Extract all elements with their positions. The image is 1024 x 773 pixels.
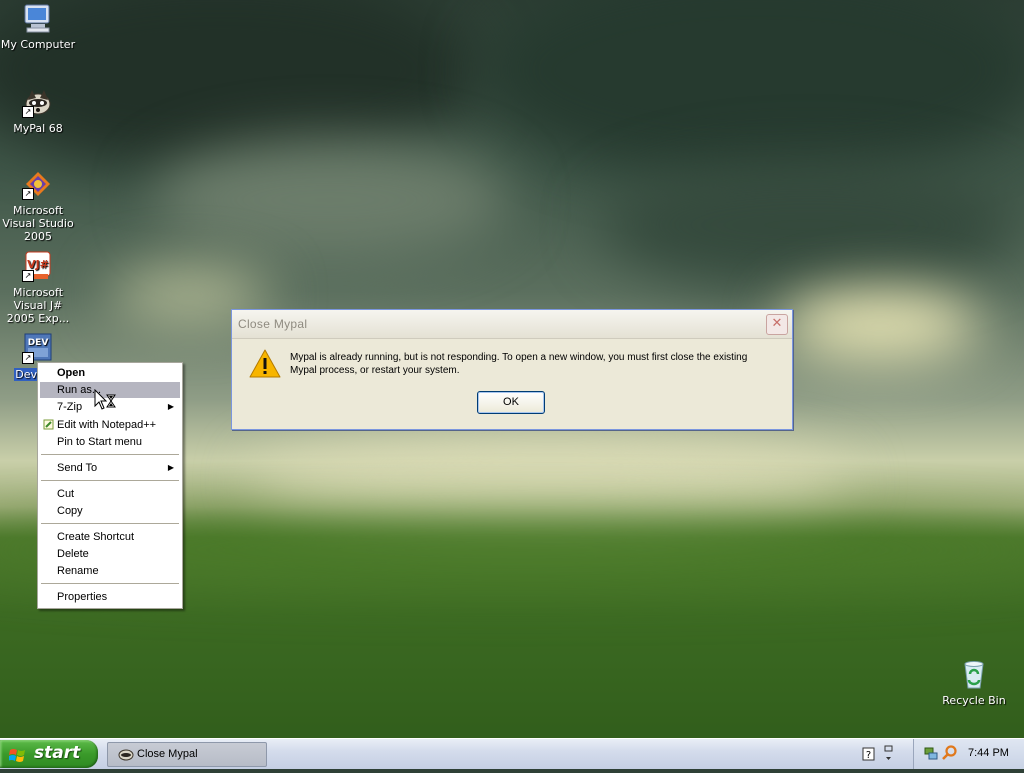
busy-cursor-icon: [94, 388, 116, 413]
menu-item-open[interactable]: Open: [40, 365, 180, 381]
network-icon[interactable]: [924, 746, 938, 760]
menu-separator: [41, 480, 179, 481]
menu-item-edit-notepad-plus-plus[interactable]: Edit with Notepad++: [40, 417, 180, 433]
warning-icon: [249, 349, 281, 379]
desktop-icon-label: Microsoft Visual Studio 2005: [2, 204, 74, 243]
svg-text:?: ?: [866, 750, 871, 761]
menu-item-label: Send To: [57, 462, 98, 474]
language-bar[interactable]: ?: [860, 743, 896, 765]
close-mypal-dialog: Close Mypal ✕ Mypal is already running, …: [231, 309, 793, 430]
recycle-bin-icon: [958, 658, 990, 690]
desktop-icon-visual-jsharp[interactable]: VJ# ↗ Microsoft Visual J# 2005 Exp...: [0, 250, 76, 325]
menu-item-rename[interactable]: Rename: [40, 563, 180, 579]
dialog-title: Close Mypal: [238, 317, 308, 331]
desktop-icon-label: Microsoft Visual J# 2005 Exp...: [6, 286, 70, 325]
menu-item-copy[interactable]: Copy: [40, 503, 180, 519]
menu-item-label: Open: [57, 367, 86, 379]
menu-item-send-to[interactable]: Send To ▶: [40, 460, 180, 476]
menu-item-label: Copy: [57, 505, 83, 517]
shortcut-arrow-icon: ↗: [22, 270, 34, 282]
menu-item-label: Delete: [57, 548, 89, 560]
dev-cpp-icon: DEV ↗: [22, 332, 54, 364]
start-label: start: [34, 743, 81, 763]
menu-item-label: Properties: [57, 591, 108, 603]
start-button[interactable]: start: [0, 740, 98, 768]
desktop-icon-label: Recycle Bin: [942, 694, 1006, 707]
search-icon[interactable]: [942, 745, 958, 761]
desktop-icon-label: MyPal 68: [13, 122, 63, 135]
submenu-arrow-icon: ▶: [167, 463, 174, 472]
dialog-titlebar[interactable]: Close Mypal ✕: [232, 310, 792, 339]
taskbar-button-label: Close Mypal: [137, 748, 198, 760]
menu-item-label: Cut: [57, 488, 75, 500]
visual-jsharp-icon: VJ# ↗: [22, 250, 54, 282]
menu-item-label: Rename: [57, 565, 99, 577]
menu-item-label: 7-Zip: [57, 401, 83, 413]
my-computer-icon: [22, 2, 54, 34]
desktop-icon-mypal[interactable]: ↗ MyPal 68: [0, 86, 76, 135]
dialog-message: Mypal is already running, but is not res…: [290, 352, 748, 376]
taskbar: start Close Mypal ? 7:44 PM: [0, 738, 1024, 769]
visual-studio-icon: ↗: [22, 168, 54, 200]
menu-item-delete[interactable]: Delete: [40, 546, 180, 562]
desktop-icon-label: My Computer: [0, 38, 76, 51]
menu-item-pin-start[interactable]: Pin to Start menu: [40, 434, 180, 450]
menu-item-label: Edit with Notepad++: [57, 419, 157, 431]
desktop-icon-recycle-bin[interactable]: Recycle Bin: [936, 658, 1012, 707]
shortcut-arrow-icon: ↗: [22, 188, 34, 200]
menu-separator: [41, 523, 179, 524]
notepad-plus-plus-icon: [43, 419, 54, 430]
clock[interactable]: 7:44 PM: [968, 739, 1009, 768]
menu-item-label: Create Shortcut: [57, 531, 135, 543]
menu-item-cut[interactable]: Cut: [40, 486, 180, 502]
ok-button[interactable]: OK: [477, 391, 545, 414]
mypal-icon: [118, 747, 134, 761]
windows-flag-icon: [8, 746, 26, 762]
menu-item-properties[interactable]: Properties: [40, 589, 180, 605]
desktop-icon-visual-studio[interactable]: ↗ Microsoft Visual Studio 2005: [0, 168, 76, 243]
system-tray: 7:44 PM: [913, 739, 1024, 769]
svg-text:DEV: DEV: [28, 338, 49, 348]
menu-separator: [41, 583, 179, 584]
mypal-icon: ↗: [22, 86, 54, 118]
shortcut-arrow-icon: ↗: [22, 352, 34, 364]
menu-item-label: Pin to Start menu: [57, 436, 142, 448]
desktop-icon-my-computer[interactable]: My Computer: [0, 2, 76, 51]
menu-separator: [41, 454, 179, 455]
submenu-arrow-icon: ▶: [167, 402, 174, 411]
menu-item-create-shortcut[interactable]: Create Shortcut: [40, 529, 180, 545]
dialog-close-button[interactable]: ✕: [766, 314, 788, 335]
taskbar-button-close-mypal[interactable]: Close Mypal: [107, 742, 267, 767]
shortcut-arrow-icon: ↗: [22, 106, 34, 118]
